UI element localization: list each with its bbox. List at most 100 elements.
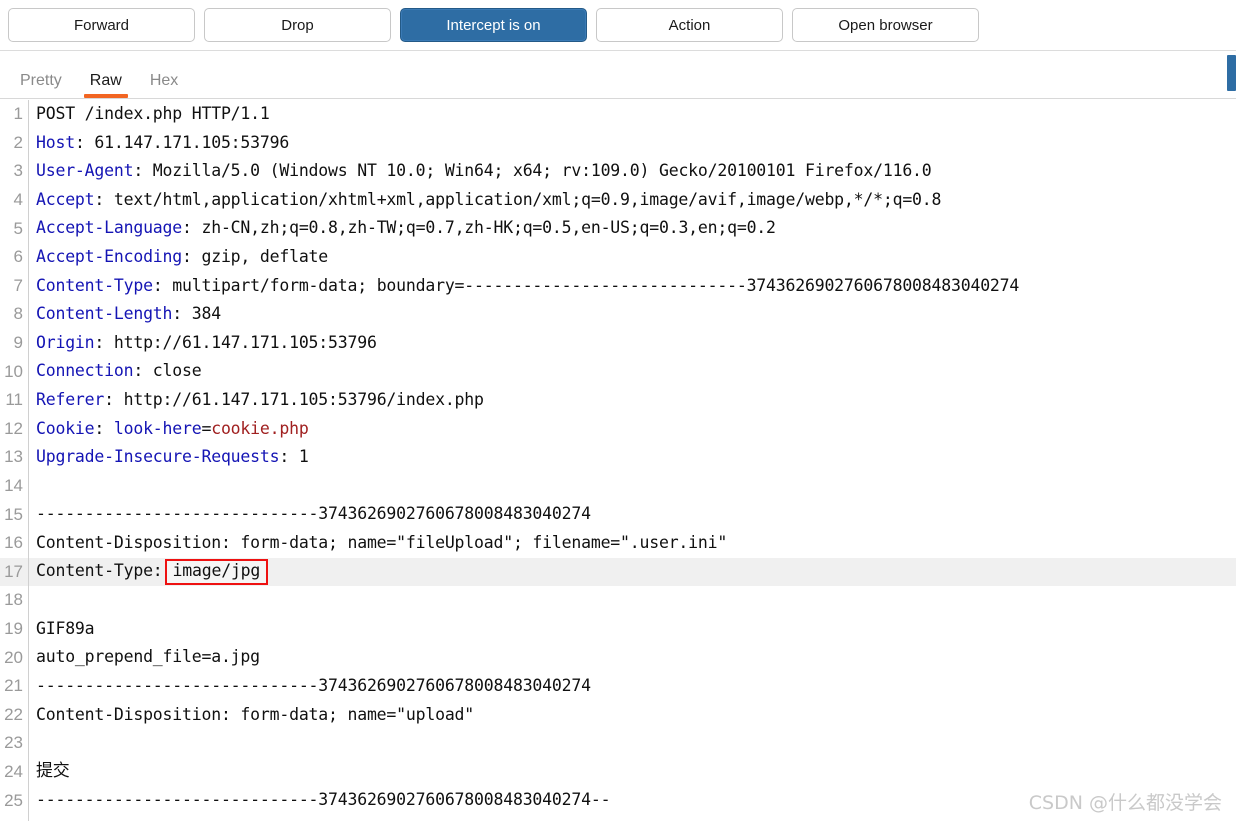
line-content: 提交 [29, 763, 70, 780]
request-line[interactable]: 3 User-Agent: Mozilla/5.0 (Windows NT 10.… [0, 157, 1236, 186]
line-number: 9 [13, 333, 23, 353]
line-segment: Cookie [36, 418, 95, 438]
line-content: Accept: text/html,application/xhtml+xml,… [29, 189, 941, 209]
line-segment: Content-Disposition: form-data; name="fi… [36, 532, 728, 552]
intercept-toggle-button[interactable]: Intercept is on [400, 8, 587, 42]
line-segment: look-here [113, 418, 202, 438]
tab-hex[interactable]: Hex [136, 73, 192, 98]
line-content: Content-Disposition: form-data; name="fi… [29, 532, 728, 552]
request-line[interactable]: 5 Accept-Language: zh-CN,zh;q=0.8,zh-TW;q… [0, 214, 1236, 243]
request-line[interactable]: 11 Referer: http://61.147.171.105:53796/i… [0, 385, 1236, 415]
line-content: Content-Length: 384 [29, 305, 221, 323]
line-content: Referer: http://61.147.171.105:53796/ind… [29, 389, 484, 409]
line-segment: Accept-Encoding [36, 247, 183, 267]
line-segment: -----------------------------37436269027… [36, 790, 611, 810]
gutter-separator [28, 729, 29, 758]
line-number: 11 [5, 390, 23, 410]
line-segment: : 61.147.171.105:53796 [74, 132, 290, 152]
request-line[interactable]: 16 Content-Disposition: form-data; name="… [0, 528, 1236, 558]
line-segment: -----------------------------37436269027… [36, 675, 591, 695]
request-line[interactable]: 18 [0, 586, 1236, 615]
line-number: 12 [4, 418, 23, 438]
request-line[interactable]: 8 Content-Length: 384 [0, 300, 1236, 329]
request-line[interactable]: 7 Content-Type: multipart/form-data; boun… [0, 271, 1236, 301]
line-number: 7 [13, 275, 23, 295]
request-line[interactable]: 12 Cookie: look-here=cookie.php [0, 414, 1236, 444]
line-segment: Accept [36, 189, 95, 209]
line-number: 13 [4, 447, 23, 467]
message-view-tabs: Pretty Raw Hex [0, 51, 1236, 99]
line-segment: : multipart/form-data; boundary=--------… [152, 275, 1020, 295]
forward-button[interactable]: Forward [8, 8, 195, 42]
line-segment: Content-Type: [36, 561, 163, 581]
line-segment: : gzip, deflate [182, 247, 329, 267]
line-number: 4 [13, 190, 23, 210]
request-line[interactable]: 19 GIF89a [0, 614, 1236, 644]
line-content: Host: 61.147.171.105:53796 [29, 132, 290, 152]
line-content: Origin: http://61.147.171.105:53796 [29, 332, 377, 352]
drop-button[interactable]: Drop [204, 8, 391, 42]
line-content: Cookie: look-here=cookie.php [29, 418, 309, 438]
line-content: User-Agent: Mozilla/5.0 (Windows NT 10.0… [29, 161, 932, 181]
intercept-toolbar: Forward Drop Intercept is on Action Open bro… [0, 0, 1236, 51]
line-segment: -----------------------------37436269027… [36, 504, 591, 524]
gutter-separator [28, 814, 29, 821]
line-segment: Origin [36, 332, 95, 352]
request-line[interactable]: 9 Origin: http://61.147.171.105:53796 [0, 328, 1236, 358]
line-number: 22 [4, 704, 23, 724]
request-line[interactable]: 2 Host: 61.147.171.105:53796 [0, 128, 1236, 158]
request-line[interactable]: 23 [0, 729, 1236, 758]
line-number: 1 [13, 104, 23, 124]
request-line[interactable]: 6 Accept-Encoding: gzip, deflate [0, 242, 1236, 272]
line-content: -----------------------------37436269027… [29, 506, 591, 523]
line-segment: Content-Type [36, 275, 153, 295]
line-content: Content-Type: multipart/form-data; bound… [29, 275, 1020, 295]
tab-scroll-indicator[interactable] [1227, 55, 1236, 91]
tab-raw[interactable]: Raw [76, 73, 136, 98]
request-line[interactable]: 17 Content-Type: image/jpg [0, 557, 1236, 587]
line-content: auto_prepend_file=a.jpg [29, 649, 260, 666]
request-line[interactable]: 15 -----------------------------374362690… [0, 500, 1236, 529]
line-segment: = [201, 418, 212, 438]
request-line[interactable]: 14 [0, 471, 1236, 501]
line-content: Content-Type: image/jpg [29, 559, 269, 585]
tab-pretty[interactable]: Pretty [6, 73, 76, 98]
line-segment: GIF89a [36, 618, 95, 638]
request-line[interactable]: 4 Accept: text/html,application/xhtml+xml… [0, 185, 1236, 215]
line-number: 5 [13, 218, 23, 238]
line-number: 18 [4, 590, 23, 610]
line-number: 20 [4, 647, 23, 667]
line-segment: Host [36, 132, 75, 152]
request-line[interactable]: 24 提交 [0, 757, 1236, 787]
line-segment: : zh-CN,zh;q=0.8,zh-TW;q=0.7,zh-HK;q=0.5… [182, 218, 776, 238]
line-segment: Content-Disposition: form-data; name="up… [36, 704, 475, 724]
line-content: Content-Disposition: form-data; name="up… [29, 704, 475, 724]
line-segment: : http://61.147.171.105:53796/index.php [104, 389, 484, 409]
line-segment: auto_prepend_file=a.jpg [36, 647, 260, 667]
request-line[interactable]: 21 -----------------------------374362690… [0, 671, 1236, 701]
line-content: -----------------------------37436269027… [29, 675, 591, 695]
line-number: 3 [13, 161, 23, 181]
line-content: POST /index.php HTTP/1.1 [29, 105, 270, 123]
line-content: Accept-Language: zh-CN,zh;q=0.8,zh-TW;q=… [29, 220, 776, 237]
line-number: 2 [13, 132, 23, 152]
request-line[interactable]: 22 Content-Disposition: form-data; name="… [0, 700, 1236, 730]
request-line[interactable]: 1 POST /index.php HTTP/1.1 [0, 100, 1236, 129]
request-line[interactable]: 10 Connection: close [0, 357, 1236, 386]
line-number: 6 [13, 247, 23, 267]
request-line[interactable]: 13 Upgrade-Insecure-Requests: 1 [0, 443, 1236, 472]
action-button[interactable]: Action [596, 8, 783, 42]
request-line[interactable]: 26 [0, 814, 1236, 821]
request-editor[interactable]: 1 POST /index.php HTTP/1.1 2 Host: 61.147.1… [0, 100, 1236, 821]
line-number: 23 [4, 733, 23, 753]
request-line[interactable]: 25 -----------------------------374362690… [0, 786, 1236, 815]
line-number: 26 [0, 815, 28, 821]
request-line[interactable]: 20 auto_prepend_file=a.jpg [0, 643, 1236, 672]
line-segment: : Mozilla/5.0 (Windows NT 10.0; Win64; x… [133, 161, 932, 181]
line-number: 15 [4, 504, 23, 524]
line-number: 25 [4, 790, 23, 810]
open-browser-button[interactable]: Open browser [792, 8, 979, 42]
line-segment: : [94, 418, 114, 438]
highlighted-content-type-value: image/jpg [164, 559, 269, 585]
line-number: 14 [4, 476, 23, 496]
